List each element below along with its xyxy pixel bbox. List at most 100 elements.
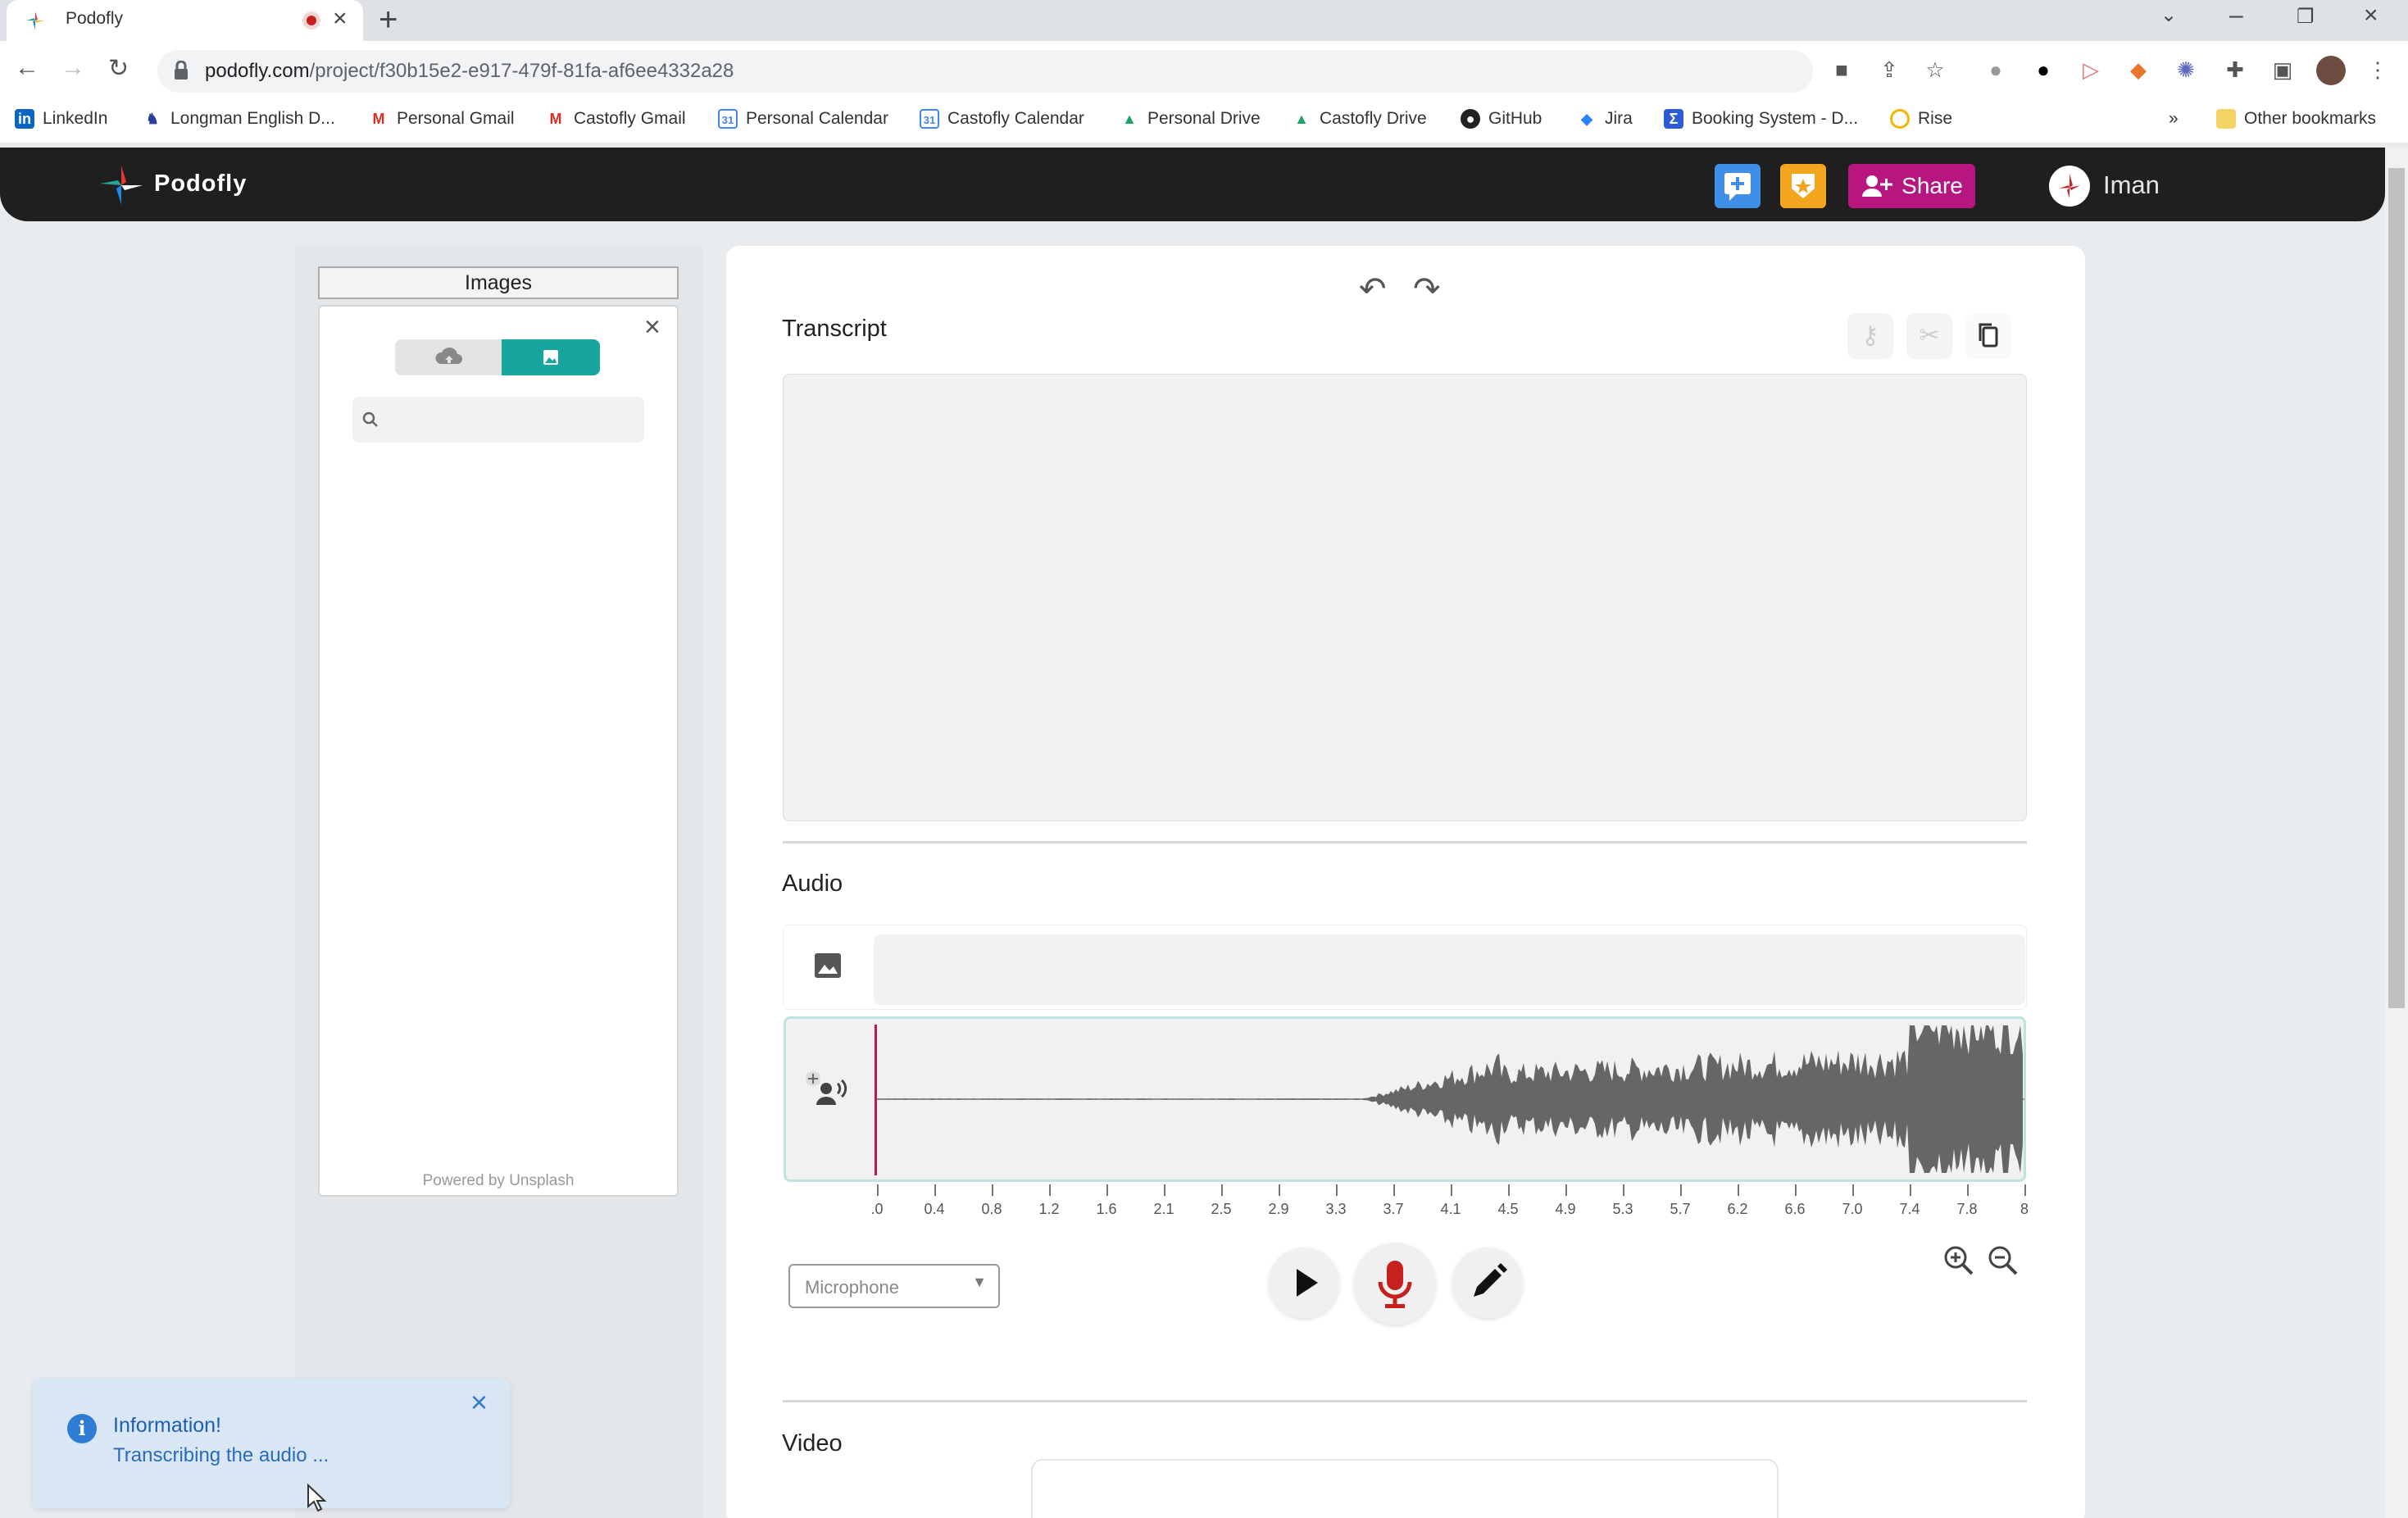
lock-icon: [175, 61, 188, 80]
share-label: Share: [1901, 173, 1963, 198]
extensions-puzzle-icon[interactable]: ✚: [2223, 57, 2247, 82]
playhead[interactable]: [875, 1025, 877, 1175]
camera-icon[interactable]: ■: [1829, 57, 1854, 82]
bookmark-github[interactable]: ● GitHub: [1461, 107, 1542, 131]
upload-tab[interactable]: [395, 339, 503, 375]
bookmark-rise[interactable]: Rise: [1890, 107, 1952, 131]
share-button[interactable]: Share: [1848, 164, 1975, 208]
metamask-icon[interactable]: ◆: [2126, 57, 2151, 82]
video-preview[interactable]: [1031, 1459, 1779, 1518]
toast-message: Transcribing the audio ...: [113, 1444, 329, 1466]
forward-icon[interactable]: →: [61, 54, 85, 82]
key-icon: ⚷: [1861, 322, 1879, 349]
bookmark-jira[interactable]: ◆ Jira: [1577, 107, 1633, 131]
user-avatar[interactable]: [2049, 166, 2090, 207]
more-bookmarks-button[interactable]: »: [2169, 107, 2179, 131]
bookmark-longman[interactable]: ♞ Longman English D...: [143, 107, 335, 131]
badge-icon: [1792, 174, 1815, 198]
bookmark-star-icon[interactable]: ☆: [1923, 57, 1947, 82]
minimize-icon[interactable]: –: [2229, 2, 2243, 30]
timeline-label: 4.9: [1555, 1201, 1576, 1217]
bookmark-castofly-drive[interactable]: ▲ Castofly Drive: [1292, 107, 1427, 131]
powered-by-text[interactable]: Powered by Unsplash: [318, 1172, 679, 1190]
pencil-icon: [1474, 1263, 1507, 1297]
extension-red-icon[interactable]: ▷: [2079, 57, 2103, 82]
drive-icon: ▲: [1294, 111, 1309, 127]
close-tab-icon[interactable]: ×: [333, 5, 348, 33]
app-brand[interactable]: Podofly: [154, 170, 247, 198]
longman-icon: ♞: [145, 111, 160, 127]
cut-button[interactable]: ✂: [1906, 313, 1952, 359]
back-icon[interactable]: ←: [15, 54, 39, 82]
podofly-logo-icon[interactable]: [97, 162, 146, 208]
play-icon: [1297, 1269, 1318, 1297]
bookmark-booking-system[interactable]: Σ Booking System - D...: [1664, 107, 1858, 131]
record-button[interactable]: [1354, 1243, 1436, 1325]
timeline-tick: [1738, 1184, 1739, 1196]
window-close-icon[interactable]: ×: [2364, 2, 2378, 30]
rise-icon: [1890, 109, 1910, 129]
timeline-label: 2.9: [1268, 1201, 1289, 1217]
edit-button[interactable]: [1452, 1248, 1523, 1318]
timeline-tick: [1106, 1184, 1108, 1196]
bookmark-linkedin[interactable]: in LinkedIn: [15, 107, 107, 131]
image-track-icon[interactable]: [813, 951, 843, 980]
image-search-input[interactable]: [352, 397, 644, 443]
share-page-icon[interactable]: ⇪: [1877, 57, 1901, 82]
video-title: Video: [782, 1430, 843, 1457]
reload-icon[interactable]: ↻: [108, 54, 129, 83]
waveform[interactable]: [877, 1020, 2024, 1178]
zoom-in-icon[interactable]: [1941, 1243, 1977, 1279]
bookmark-castofly-calendar[interactable]: 31 Castofly Calendar: [920, 107, 1084, 131]
side-panel-icon[interactable]: ▣: [2270, 57, 2295, 82]
timeline-tick: [1164, 1184, 1165, 1196]
audio-title: Audio: [782, 870, 843, 897]
timeline-label: 6.2: [1727, 1201, 1748, 1217]
add-speaker-icon[interactable]: [802, 1066, 851, 1115]
bookmark-personal-gmail[interactable]: M Personal Gmail: [369, 107, 515, 131]
password-extension-icon[interactable]: ●: [2031, 57, 2056, 82]
bookmark-personal-drive[interactable]: ▲ Personal Drive: [1120, 107, 1261, 131]
add-user-icon: [1862, 175, 1893, 197]
feedback-button[interactable]: [1715, 164, 1761, 208]
copy-button[interactable]: [1965, 313, 2011, 359]
undo-icon[interactable]: ↶: [1359, 270, 1387, 308]
chat-plus-icon: [1724, 173, 1751, 201]
timeline-label: 4.1: [1440, 1201, 1461, 1217]
microphone-select[interactable]: Microphone ▼: [788, 1264, 1000, 1308]
close-panel-icon[interactable]: ×: [644, 311, 661, 343]
key-button[interactable]: ⚷: [1847, 313, 1893, 359]
image-search-field[interactable]: [388, 405, 634, 434]
toast-close-icon[interactable]: ×: [470, 1385, 488, 1420]
user-name[interactable]: Iman: [2103, 170, 2160, 200]
microphone-select-value: Microphone: [805, 1277, 899, 1298]
timeline-label: 1.2: [1038, 1201, 1060, 1217]
scrollbar-thumb[interactable]: [2388, 168, 2405, 1008]
extension-gray-icon[interactable]: ●: [1983, 57, 2008, 82]
browser-menu-icon[interactable]: ⋮: [2365, 57, 2390, 82]
extension-gear-icon[interactable]: ✺: [2174, 57, 2198, 82]
github-icon: ●: [1461, 109, 1480, 129]
bookmark-castofly-gmail[interactable]: M Castofly Gmail: [546, 107, 686, 131]
restore-icon[interactable]: ❐: [2297, 5, 2315, 29]
new-tab-button[interactable]: +: [379, 2, 398, 39]
address-bar[interactable]: podofly.com/project/f30b15e2-e917-479f-8…: [157, 50, 1813, 93]
drive-icon: ▲: [1122, 111, 1137, 127]
timeline-ruler[interactable]: .0 0.4 0.8 1.2 1.6 2.1 2.5 2.9 3.3 3.7 4.1 4.5 4.9 5.…: [870, 1184, 2029, 1234]
timeline-tick: [1910, 1184, 1911, 1196]
image-library-tab[interactable]: [502, 339, 600, 375]
profile-avatar[interactable]: [2316, 56, 2346, 85]
zoom-out-icon[interactable]: [1985, 1243, 2021, 1279]
images-tab[interactable]: Images: [318, 266, 679, 299]
other-bookmarks[interactable]: Other bookmarks: [2216, 107, 2376, 131]
microphone-icon: [1378, 1261, 1412, 1308]
play-button[interactable]: [1269, 1248, 1339, 1318]
gmail-icon: M: [372, 111, 385, 127]
bookmark-personal-calendar[interactable]: 31 Personal Calendar: [718, 107, 888, 131]
tab-search-icon[interactable]: ⌄: [2160, 3, 2177, 27]
redo-icon[interactable]: ↷: [1413, 270, 1441, 308]
upgrade-badge-button[interactable]: [1780, 164, 1826, 208]
transcript-area[interactable]: [783, 374, 2027, 821]
browser-tab[interactable]: Podofly ×: [7, 0, 363, 41]
image-track-lane[interactable]: [874, 934, 2025, 1005]
